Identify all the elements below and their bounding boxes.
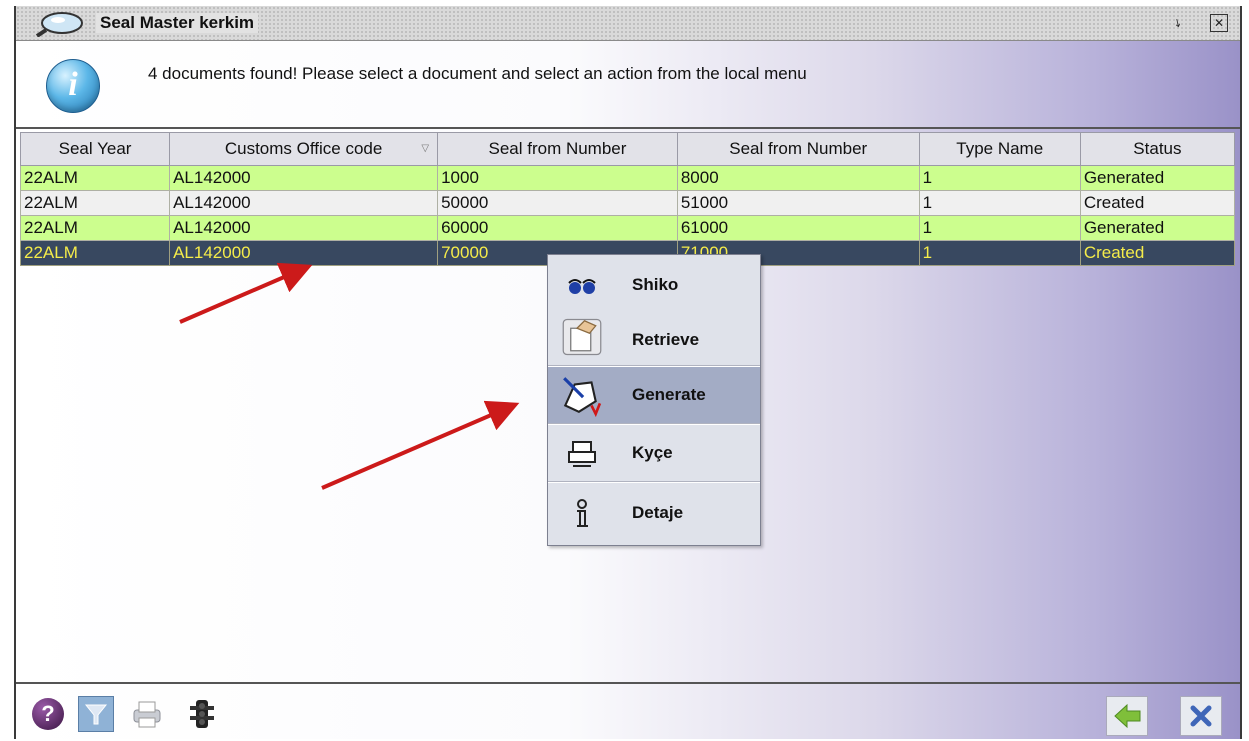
retrieve-hand-icon xyxy=(562,318,602,356)
menu-separator xyxy=(548,481,760,483)
menu-item-label: Shiko xyxy=(632,275,679,294)
context-menu: Shiko Retrieve Generate Kyçe Detaje xyxy=(547,254,761,546)
print-icon xyxy=(568,441,596,467)
menu-item-label: Kyçe xyxy=(632,443,673,462)
menu-item-label: Generate xyxy=(632,385,706,404)
menu-item-detaje[interactable]: Detaje xyxy=(548,485,760,542)
menu-item-shiko[interactable]: Shiko xyxy=(548,257,760,314)
menu-item-label: Detaje xyxy=(632,503,684,522)
menu-item-retrieve[interactable]: Retrieve xyxy=(548,312,760,369)
menu-item-label: Retrieve xyxy=(632,330,700,349)
annotation-arrow xyxy=(179,262,313,324)
glasses-icon xyxy=(568,279,596,294)
annotation-arrow xyxy=(321,400,520,490)
menu-item-generate[interactable]: Generate xyxy=(548,367,760,424)
generate-pen-icon xyxy=(563,377,602,417)
menu-item-kyce[interactable]: Kyçe xyxy=(548,425,760,482)
info-i-icon xyxy=(577,499,588,527)
